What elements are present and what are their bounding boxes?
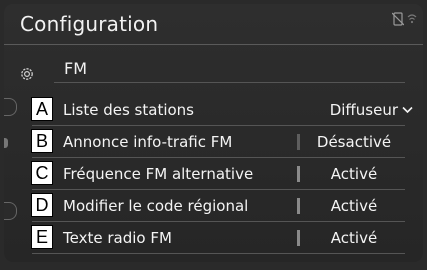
callout-badge-letter: B xyxy=(32,130,52,152)
toggle-indicator xyxy=(297,166,300,182)
station-list-dropdown[interactable]: Diffuseur xyxy=(330,101,413,119)
page-title: Configuration xyxy=(20,12,159,36)
section-label: FM xyxy=(64,59,88,78)
toggle-indicator xyxy=(297,134,300,150)
callout-badge: E xyxy=(31,225,53,249)
list-item-radio-text[interactable]: E Texte radio FM Activé xyxy=(4,222,423,254)
list-item-regional-code[interactable]: D Modifier le code régional Activé xyxy=(4,190,423,222)
row-label: Texte radio FM xyxy=(63,229,172,247)
toggle-value[interactable]: Activé xyxy=(304,197,404,215)
callout-badge: D xyxy=(31,193,53,217)
callout-badge-letter: A xyxy=(32,98,52,120)
toggle-indicator xyxy=(297,198,300,214)
chevron-down-icon xyxy=(402,106,413,114)
row-divider xyxy=(32,253,405,254)
toggle-value[interactable]: Activé xyxy=(304,165,404,183)
toggle-indicator xyxy=(297,230,300,246)
header-bar: Configuration xyxy=(4,4,423,45)
callout-badge: A xyxy=(31,97,53,121)
list-item-traffic-announcement[interactable]: B Annonce info-trafic FM Désactivé xyxy=(4,126,423,158)
toggle-value[interactable]: Activé xyxy=(304,229,404,247)
row-label: Fréquence FM alternative xyxy=(63,165,254,183)
row-label: Liste des stations xyxy=(63,101,194,119)
list-item-alternative-frequency[interactable]: C Fréquence FM alternative Activé xyxy=(4,158,423,190)
row-label: Annonce info-trafic FM xyxy=(63,133,233,151)
callout-badge-letter: C xyxy=(32,162,52,184)
callout-badge: B xyxy=(31,129,53,153)
callout-badge-letter: E xyxy=(32,226,52,248)
toggle-value[interactable]: Désactivé xyxy=(304,133,404,151)
status-icons xyxy=(392,12,417,26)
wifi-icon xyxy=(407,14,417,24)
phone-off-icon xyxy=(392,12,404,26)
list-item-station-list[interactable]: A Liste des stations Diffuseur xyxy=(4,94,423,126)
config-screen: Configuration FM A Liste des stations Di… xyxy=(4,4,423,262)
row-label: Modifier le code régional xyxy=(63,197,249,215)
callout-badge: C xyxy=(31,161,53,185)
gear-icon[interactable] xyxy=(19,66,35,82)
fm-section-header: FM xyxy=(54,56,405,83)
dropdown-value: Diffuseur xyxy=(329,101,398,119)
callout-badge-letter: D xyxy=(32,194,52,216)
